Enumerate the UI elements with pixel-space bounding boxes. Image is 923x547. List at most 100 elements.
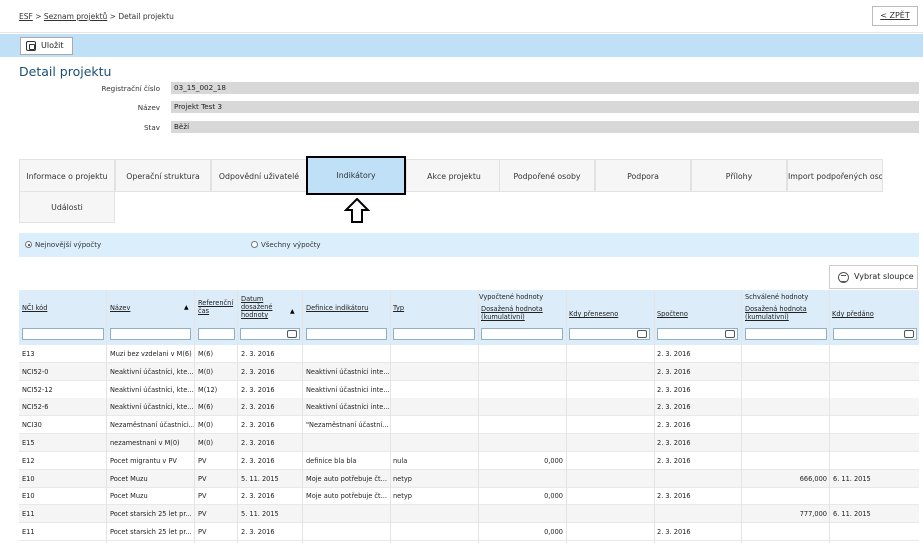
table-row[interactable]: NCI52-6 Neaktivní účastníci, kte... M(6) 2.…: [19, 398, 919, 417]
group-approved-values: Schválené hodnoty: [745, 293, 809, 301]
column-divider: [106, 290, 107, 543]
table-cell: E10: [22, 474, 35, 483]
breadcrumb-esf[interactable]: ESF: [19, 12, 33, 21]
filter-handed-over-when-input[interactable]: [833, 328, 917, 340]
table-cell: E12: [22, 456, 35, 465]
breadcrumb-separator: >: [35, 12, 42, 21]
filter-type-input[interactable]: [393, 328, 475, 340]
column-divider: [829, 290, 830, 543]
table-cell: Pocet migrantu v PV: [110, 456, 177, 465]
table-cell: E13: [22, 350, 35, 358]
table-cell: PV: [198, 510, 207, 519]
table-cell: nula: [393, 456, 408, 465]
table-cell: 2. 3. 2016: [241, 385, 275, 394]
column-divider: [302, 290, 303, 543]
table-cell: M(6): [198, 350, 214, 358]
table-row[interactable]: NCI52-12 Neaktivní účastníci, kte... M(12)…: [19, 381, 919, 399]
table-row[interactable]: E11 Pocet starsich 25 let pr... PV 2. 3. 20…: [19, 523, 919, 541]
column-divider: [566, 290, 567, 543]
tab-support[interactable]: Podpora: [595, 159, 691, 192]
tab-responsible-users[interactable]: Odpovědní uživatelé: [211, 159, 307, 192]
table-row[interactable]: E10 Pocet Muzu PV 2. 3. 2016 Moje auto potře…: [19, 487, 919, 506]
table-cell: 2. 3. 2016: [241, 403, 275, 412]
table-cell: Neaktivní účastníci, kte...: [110, 367, 194, 376]
select-columns-button[interactable]: Vybrat sloupce: [829, 265, 918, 289]
tab-indicators[interactable]: Indikátory: [306, 156, 406, 195]
col-approved-achieved[interactable]: Dosažená hodnota (kumulativní): [745, 305, 829, 321]
radio-all[interactable]: Všechny výpočty: [251, 241, 321, 249]
tab-import-supported-persons[interactable]: Import podpořených osob: [787, 159, 883, 192]
filter-nci-code-input[interactable]: [22, 328, 104, 340]
table-row[interactable]: E10 Pocet Muzu PV 5. 11. 2015 Moje auto potř…: [19, 469, 919, 488]
table-cell: NCI52-0: [22, 367, 49, 376]
table-row[interactable]: E12 Pocet migrantu v PV PV 2. 3. 2016 defini…: [19, 452, 919, 470]
table-cell: 2. 3. 2016: [241, 421, 275, 430]
filter-computed-achieved-input[interactable]: [481, 328, 563, 340]
col-transferred-when[interactable]: Kdy přeneseno: [569, 310, 649, 318]
table-row[interactable]: E15 nezamestnani v M(0) M(0) 2. 3. 2016 2. 3…: [19, 434, 919, 452]
filter-transferred-when-input[interactable]: [569, 328, 650, 340]
radio-latest-label: Nejnovější výpočty: [35, 241, 102, 249]
radio-all-label: Všechny výpočty: [261, 241, 321, 249]
col-type[interactable]: Typ: [393, 304, 433, 312]
col-computed-achieved[interactable]: Dosažená hodnota (kumulativní): [481, 305, 565, 321]
filter-computed-input[interactable]: [657, 328, 738, 340]
filter-approved-achieved-input[interactable]: [745, 328, 827, 340]
calendar-icon[interactable]: [725, 330, 735, 338]
table-cell: Neaktivní účastníci inte...: [306, 385, 390, 394]
table-cell: netyp: [393, 474, 412, 483]
top-bar: ESF > Seznam projektů > Detail projektu …: [0, 0, 923, 33]
tab-events[interactable]: Události: [19, 191, 115, 223]
registration-number-field: 03_15_002_18: [171, 82, 919, 94]
col-achieved-date[interactable]: Datum dosažené hodnoty: [241, 295, 281, 319]
table-cell: Neaktivní účastníci inte...: [306, 403, 390, 412]
col-computed[interactable]: Spočteno: [657, 310, 737, 318]
table-cell: Moje auto potřebuje čt...: [306, 492, 387, 501]
table-row[interactable]: E13 Muzi bez vzdelani v M(6) M(6) 2. 3. 201…: [19, 345, 919, 363]
filter-bar: Nejnovější výpočty Všechny výpočty: [19, 233, 919, 257]
table-row[interactable]: E11 Pocet starsich 25 let pr... PV 5. 11. 2…: [19, 505, 919, 524]
col-reference-time[interactable]: Referenční čas: [198, 299, 236, 315]
col-name[interactable]: Název: [110, 304, 180, 312]
table-cell: 2. 3. 2016: [241, 456, 275, 465]
col-nci-code[interactable]: NČI kód: [22, 304, 102, 312]
table-cell: 6. 11. 2015: [833, 510, 871, 519]
breadcrumb-current: Detail projektu: [118, 12, 174, 21]
sort-arrow-icon: ▲: [184, 304, 189, 311]
breadcrumb-project-list[interactable]: Seznam projektů: [44, 12, 107, 21]
col-handed-over-when[interactable]: Kdy předáno: [832, 310, 912, 318]
tab-attachments[interactable]: Přílohy: [691, 159, 787, 192]
table-cell: 2. 3. 2016: [657, 492, 691, 501]
filter-reference-time-input[interactable]: [198, 328, 235, 340]
filter-achieved-date-input[interactable]: [240, 328, 300, 340]
table-cell: 2. 3. 2016: [241, 528, 275, 536]
calendar-icon[interactable]: [904, 330, 914, 338]
save-icon: [26, 41, 36, 51]
tab-supported-persons[interactable]: Podpořené osoby: [499, 159, 595, 192]
filter-name-input[interactable]: [110, 328, 191, 340]
table-cell: "Nezaměstnaní účastní...: [306, 421, 389, 430]
tab-operational-structure[interactable]: Operační struktura: [115, 159, 211, 192]
column-divider: [390, 290, 391, 543]
grid-header: Vypočtené hodnoty Schválené hodnoty NČI …: [19, 290, 919, 345]
table-row[interactable]: NCI52-0 Neaktivní účastníci, kte... M(0) 2.…: [19, 362, 919, 381]
tab-project-actions[interactable]: Akce projektu: [406, 159, 502, 192]
page-title: Detail projektu: [19, 64, 112, 79]
filter-definition-input[interactable]: [306, 328, 387, 340]
save-button[interactable]: Uložit: [20, 37, 73, 55]
table-row[interactable]: NCI30 Nezaměstnaní účastníci... M(0) 2. 3. …: [19, 416, 919, 435]
tab-project-info[interactable]: Informace o projektu: [19, 159, 115, 192]
table-cell: 666,000: [799, 474, 827, 483]
status-label: Stav: [143, 123, 160, 132]
calendar-icon[interactable]: [287, 330, 297, 338]
table-cell: 0,000: [544, 456, 563, 465]
select-columns-label: Vybrat sloupce: [854, 272, 914, 281]
calendar-icon[interactable]: [637, 330, 647, 338]
table-cell: 777,000: [799, 510, 827, 519]
back-button[interactable]: < ZPĚT: [872, 6, 918, 26]
table-cell: nezamestnani v M(0): [110, 439, 180, 447]
table-cell: 2. 3. 2016: [657, 421, 691, 430]
tab-bar: Informace o projektu Operační struktura …: [19, 156, 919, 223]
col-indicator-definition[interactable]: Definice indikátoru: [306, 304, 388, 312]
radio-latest[interactable]: Nejnovější výpočty: [25, 241, 101, 249]
